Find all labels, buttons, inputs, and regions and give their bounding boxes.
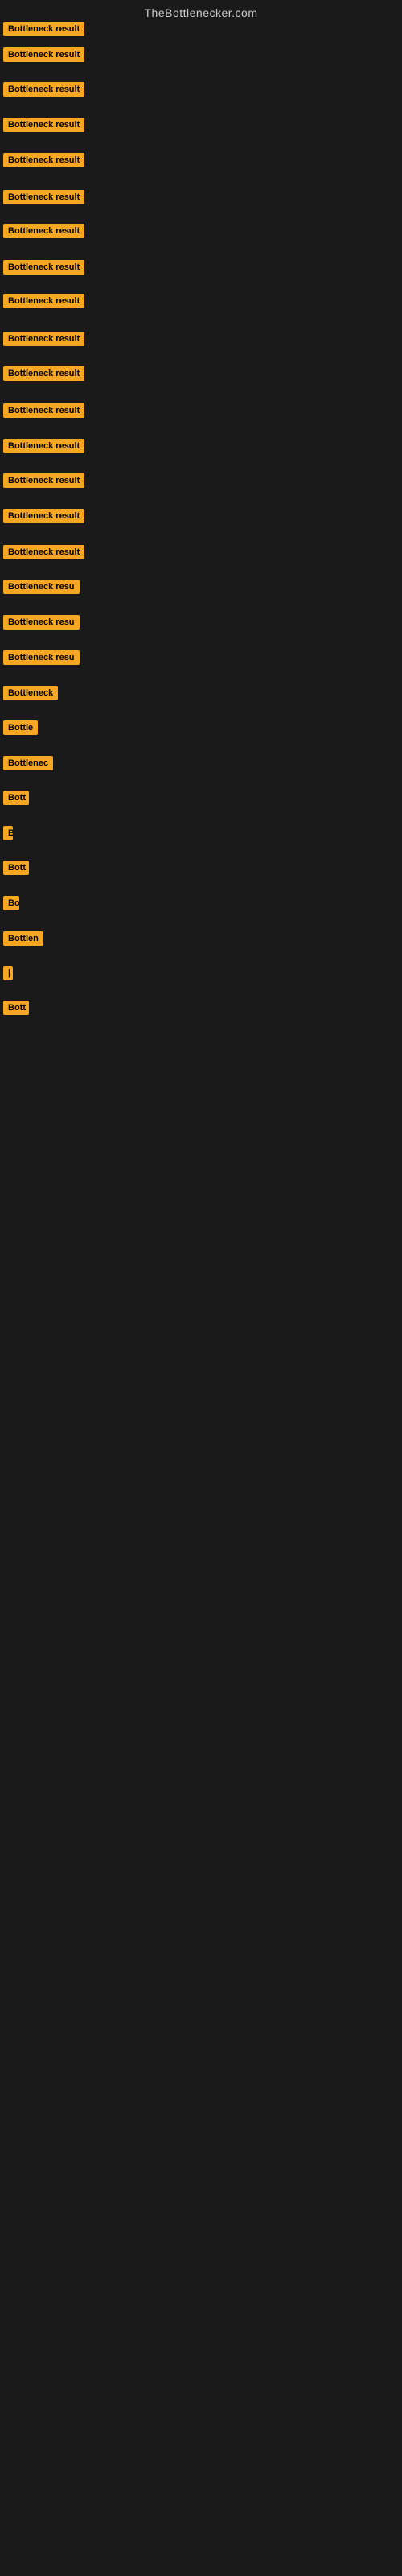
bottleneck-row-18: Bottleneck resu xyxy=(0,613,83,635)
bottleneck-label-21: Bottle xyxy=(3,720,38,735)
bottleneck-row-25: Bott xyxy=(0,859,32,881)
bottleneck-row-7: Bottleneck result xyxy=(0,222,88,244)
bottleneck-row-12: Bottleneck result xyxy=(0,402,88,423)
bottleneck-label-20: Bottleneck xyxy=(3,686,58,700)
bottleneck-row-15: Bottleneck result xyxy=(0,507,88,529)
bottleneck-row-6: Bottleneck result xyxy=(0,188,88,210)
site-title-bar: TheBottlenecker.com xyxy=(0,0,402,23)
bottleneck-label-19: Bottleneck resu xyxy=(3,650,80,665)
bottleneck-row-13: Bottleneck result xyxy=(0,437,88,459)
bottleneck-row-29: Bott xyxy=(0,999,32,1021)
bottleneck-row-5: Bottleneck result xyxy=(0,151,88,173)
bottleneck-label-24: B xyxy=(3,826,13,840)
bottleneck-label-5: Bottleneck result xyxy=(3,153,84,167)
bottleneck-label-9: Bottleneck result xyxy=(3,294,84,308)
bottleneck-label-29: Bott xyxy=(3,1001,29,1015)
bottleneck-label-7: Bottleneck result xyxy=(3,224,84,238)
bottleneck-label-2: Bottleneck result xyxy=(3,47,84,62)
bottleneck-row-8: Bottleneck result xyxy=(0,258,88,280)
bottleneck-label-27: Bottlen xyxy=(3,931,43,946)
bottleneck-label-16: Bottleneck result xyxy=(3,545,84,559)
bottleneck-row-26: Bo xyxy=(0,894,23,916)
bottleneck-label-22: Bottlenec xyxy=(3,756,53,770)
bottleneck-label-28: | xyxy=(3,966,13,980)
bottleneck-row-17: Bottleneck resu xyxy=(0,578,83,600)
bottleneck-label-15: Bottleneck result xyxy=(3,509,84,523)
bottleneck-row-4: Bottleneck result xyxy=(0,116,88,138)
bottleneck-label-3: Bottleneck result xyxy=(3,82,84,97)
bottleneck-label-18: Bottleneck resu xyxy=(3,615,80,630)
bottleneck-label-14: Bottleneck result xyxy=(3,473,84,488)
bottleneck-label-13: Bottleneck result xyxy=(3,439,84,453)
bottleneck-label-1: Bottleneck result xyxy=(3,22,84,36)
bottleneck-row-22: Bottlenec xyxy=(0,754,56,776)
bottleneck-row-11: Bottleneck result xyxy=(0,365,88,386)
bottleneck-row-24: B xyxy=(0,824,16,846)
bottleneck-row-2: Bottleneck result xyxy=(0,46,88,68)
bottleneck-label-11: Bottleneck result xyxy=(3,366,84,381)
bottleneck-label-10: Bottleneck result xyxy=(3,332,84,346)
bottleneck-row-3: Bottleneck result xyxy=(0,80,88,102)
bottleneck-row-16: Bottleneck result xyxy=(0,543,88,565)
bottleneck-row-20: Bottleneck xyxy=(0,684,61,706)
bottleneck-label-17: Bottleneck resu xyxy=(3,580,80,594)
bottleneck-row-10: Bottleneck result xyxy=(0,330,88,352)
bottleneck-label-23: Bott xyxy=(3,791,29,805)
bottleneck-label-6: Bottleneck result xyxy=(3,190,84,204)
bottleneck-row-14: Bottleneck result xyxy=(0,472,88,493)
bottleneck-row-9: Bottleneck result xyxy=(0,292,88,314)
bottleneck-row-27: Bottlen xyxy=(0,930,47,952)
bottleneck-label-12: Bottleneck result xyxy=(3,403,84,418)
bottleneck-label-26: Bo xyxy=(3,896,19,910)
bottleneck-label-8: Bottleneck result xyxy=(3,260,84,275)
site-title: TheBottlenecker.com xyxy=(0,0,402,23)
bottleneck-label-25: Bott xyxy=(3,861,29,875)
bottleneck-row-28: | xyxy=(0,964,16,986)
bottleneck-row-19: Bottleneck resu xyxy=(0,649,83,671)
bottleneck-row-23: Bott xyxy=(0,789,32,811)
bottleneck-row-1: Bottleneck result xyxy=(0,20,88,42)
bottleneck-row-21: Bottle xyxy=(0,719,41,741)
bottleneck-label-4: Bottleneck result xyxy=(3,118,84,132)
